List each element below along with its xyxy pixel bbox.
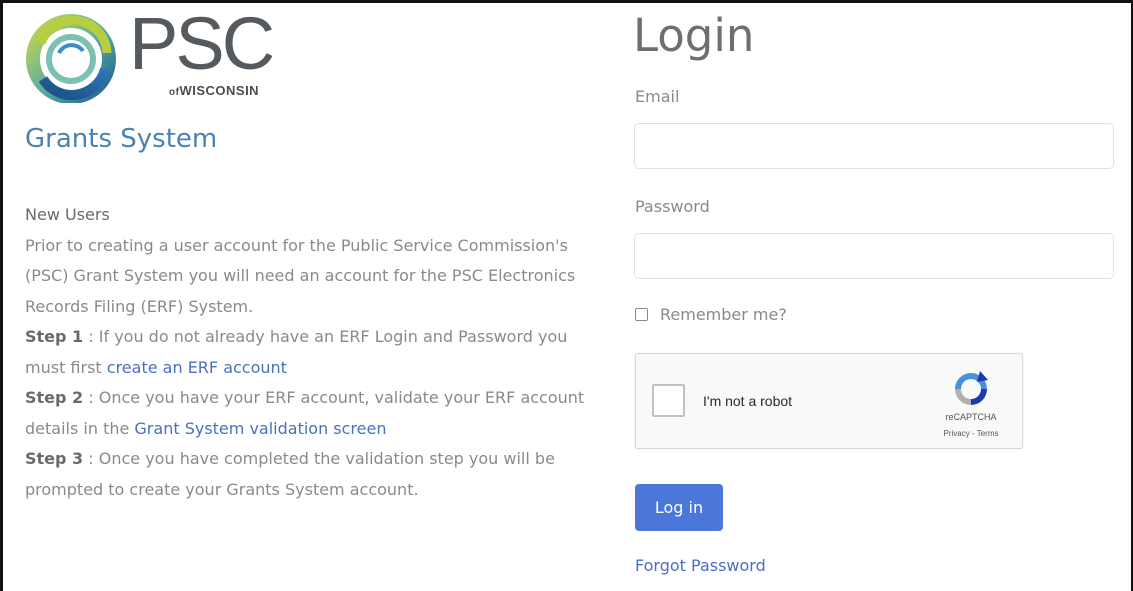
recaptcha-terms-link[interactable]: Privacy - Terms xyxy=(926,429,1016,438)
new-users-info: New Users Prior to creating a user accou… xyxy=(25,200,585,505)
recaptcha-brand: reCAPTCHA xyxy=(945,412,997,422)
password-field[interactable] xyxy=(634,233,1114,279)
logo-subtitle: ofWISCONSIN xyxy=(169,83,259,98)
step-3-label: Step 3 xyxy=(25,449,84,468)
new-users-intro: Prior to creating a user account for the… xyxy=(25,235,576,316)
swirl-logo-icon xyxy=(26,14,116,103)
step-2: Step 2 : Once you have your ERF account,… xyxy=(25,383,585,444)
login-button[interactable]: Log in xyxy=(635,484,723,531)
step-3-text: : Once you have completed the validation… xyxy=(25,449,555,499)
recaptcha-checkbox[interactable] xyxy=(652,384,685,417)
remember-me-label: Remember me? xyxy=(660,305,787,324)
recaptcha-logo-icon xyxy=(955,371,988,405)
step-1: Step 1 : If you do not already have an E… xyxy=(25,322,585,383)
new-users-heading: New Users xyxy=(25,205,110,224)
page: PSC ofWISCONSIN Grants System New Users … xyxy=(0,0,1133,591)
forgot-password-link[interactable]: Forgot Password xyxy=(635,556,766,575)
create-erf-account-link[interactable]: create an ERF account xyxy=(107,358,287,377)
logo-sub-state: WISCONSIN xyxy=(179,83,260,98)
step-1-label: Step 1 xyxy=(25,327,84,346)
psc-logo: PSC ofWISCONSIN xyxy=(21,7,291,103)
remember-me-checkbox[interactable] xyxy=(635,308,648,321)
recaptcha-widget: I'm not a robot reCAPTCHA Privacy - Term… xyxy=(635,353,1023,449)
password-label: Password xyxy=(635,197,710,216)
logo-wordmark: PSC xyxy=(129,2,275,85)
email-field[interactable] xyxy=(634,123,1114,169)
logo-sub-of: of xyxy=(169,87,180,98)
recaptcha-label: I'm not a robot xyxy=(703,393,793,409)
system-title: Grants System xyxy=(25,124,218,154)
login-title: Login xyxy=(633,9,755,62)
email-label: Email xyxy=(635,87,680,106)
step-3: Step 3 : Once you have completed the val… xyxy=(25,444,585,505)
validation-screen-link[interactable]: Grant System validation screen xyxy=(134,419,386,438)
remember-me[interactable]: Remember me? xyxy=(635,305,787,324)
step-2-label: Step 2 xyxy=(25,388,84,407)
